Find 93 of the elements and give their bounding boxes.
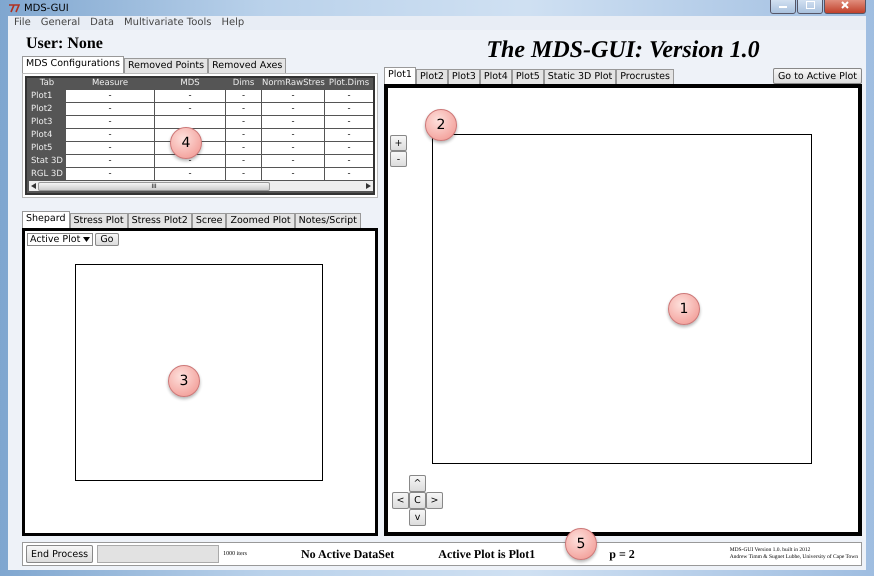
tab[interactable]: Plot1 [384,67,416,84]
maximize-icon [806,1,814,9]
row-header: Plot2 [30,103,54,115]
tab[interactable]: Plot2 [416,69,448,84]
row-header: Plot5 [30,142,54,154]
menu-item[interactable]: Data [90,17,114,29]
table-cell: - [226,129,261,141]
tab[interactable]: MDS Configurations [22,56,124,73]
table-cell: - [66,103,154,115]
pan-right-button[interactable]: > [426,492,443,509]
table-cell: - [226,142,261,154]
menu-item[interactable]: General [40,17,80,29]
table-cell: - [66,168,154,180]
table-cell: - [262,103,324,115]
column-header: Plot.Dims [328,78,370,89]
tab[interactable]: Removed Points [124,58,208,73]
column-header: Measure [90,78,130,89]
tab[interactable]: Procrustes [616,69,674,84]
table-cell: - [262,142,324,154]
table-cell: - [325,116,373,128]
row-header: Plot4 [30,129,54,141]
table-cell: - [325,103,373,115]
table-cell: - [155,168,225,180]
table-cell: - [325,168,373,180]
scroll-right-icon[interactable] [366,183,371,189]
tab[interactable]: Stress Plot2 [128,213,192,228]
tab[interactable]: Plot5 [512,69,544,84]
tab[interactable]: Scree [192,213,226,228]
table-cell: - [66,142,154,154]
tab[interactable]: Notes/Script [294,213,361,228]
go-button[interactable]: Go [95,233,118,246]
app-title: The MDS-GUI: Version 1.0 [485,36,761,65]
table-cell: - [262,168,324,180]
row-header: RGL 3D [30,168,64,180]
table-cell: - [325,155,373,167]
window-title: MDS-GUI [24,2,69,14]
table-cell: - [262,155,324,167]
user-label: User: None [25,34,104,54]
menu-item[interactable]: File [14,17,31,29]
table-cell: - [155,103,225,115]
tab[interactable]: Stress Plot [70,213,128,228]
table-cell: - [226,116,261,128]
table-cell: - [262,90,324,102]
tab[interactable]: Removed Axes [208,58,286,73]
table-cell: - [226,155,261,167]
table-cell: - [325,90,373,102]
row-header: Plot3 [30,116,54,128]
column-header: NormRawStres [262,78,324,89]
table-cell: - [262,129,324,141]
column-header: MDS [179,78,201,89]
end-process-button[interactable]: End Process [26,545,94,563]
dimension-label: p = 2 [609,546,635,562]
table-cell: - [226,103,261,115]
table-cell: - [226,90,261,102]
tab[interactable]: Static 3D Plot [544,69,616,84]
table-cell: - [66,116,154,128]
table-cell: - [325,129,373,141]
go-to-active-plot-button[interactable]: Go to Active Plot [772,68,862,84]
table-cell: - [66,129,154,141]
table-cell: - [226,168,261,180]
tab[interactable]: Plot4 [480,69,512,84]
column-header: Tab [38,78,56,89]
close-icon [841,1,849,9]
scroll-left-icon[interactable] [31,183,36,189]
table-cell: - [262,116,324,128]
table-cell: - [66,155,154,167]
table-cell: - [155,90,225,102]
dataset-status: No Active DataSet [300,546,394,562]
maximize-button[interactable] [797,0,823,14]
close-button[interactable] [824,0,866,14]
row-header: Stat 3D [30,155,64,167]
tab[interactable]: Shepard [22,211,70,228]
minimize-button[interactable] [770,0,796,14]
app-logo-icon [8,3,20,13]
pan-down-button[interactable]: v [409,509,426,526]
active-plot-status: Active Plot is Plot1 [438,546,536,562]
zoom-button[interactable]: + [390,135,407,151]
pan-up-button[interactable]: ^ [409,475,426,492]
table-cell: - [155,155,225,167]
row-header: Plot1 [30,90,54,102]
menu-item[interactable]: Multivariate Tools [124,17,212,29]
zoom-button[interactable]: - [390,151,407,167]
tab[interactable]: Plot3 [448,69,480,84]
plot-dropdown[interactable]: Active Plot [27,233,94,246]
dropdown-arrow-icon [83,237,90,242]
tab[interactable]: Zoomed Plot [226,213,295,228]
table-cell: - [325,142,373,154]
center-button[interactable]: C [409,492,426,509]
table-cell: - [66,90,154,102]
menu-item[interactable]: Help [221,17,244,29]
column-header: Dims [232,78,256,89]
table-cell [155,116,225,128]
pan-left-button[interactable]: < [392,492,409,509]
